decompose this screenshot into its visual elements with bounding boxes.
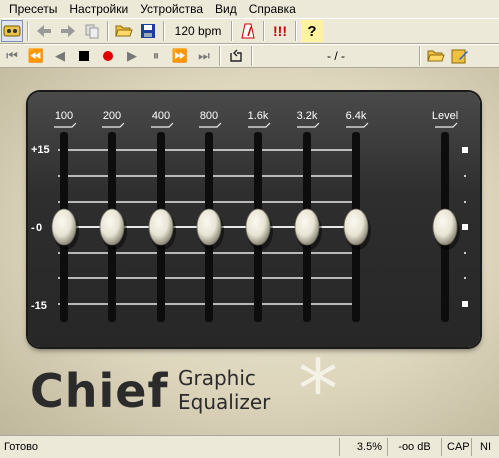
slider-knob[interactable] bbox=[294, 208, 320, 246]
separator bbox=[419, 46, 421, 66]
rewind-icon[interactable]: ⏪ bbox=[25, 45, 47, 67]
band-label-bracket bbox=[151, 122, 174, 128]
level-dot bbox=[464, 201, 466, 203]
main-toolbar: 120 bpm !!! ? bbox=[0, 18, 499, 44]
position-display: - / - bbox=[327, 49, 345, 63]
menu-presets[interactable]: Пресеты bbox=[3, 0, 63, 18]
forward-arrow-icon[interactable] bbox=[57, 20, 79, 42]
band-label-bracket bbox=[102, 122, 125, 128]
separator bbox=[251, 46, 253, 66]
open-file-icon[interactable] bbox=[425, 45, 447, 67]
brand-line-equalizer: Equalizer bbox=[178, 390, 271, 414]
level-dot bbox=[464, 277, 466, 279]
menu-bar: Пресеты Настройки Устройства Вид Справка bbox=[0, 0, 499, 18]
slider-knob[interactable] bbox=[51, 208, 77, 246]
band-label: 200 bbox=[103, 110, 121, 122]
band-label-bracket bbox=[346, 122, 369, 128]
menu-settings[interactable]: Настройки bbox=[63, 0, 134, 18]
eq-band-6.4k[interactable]: 6.4k bbox=[343, 110, 371, 322]
scale-bottom-label: -15 bbox=[31, 300, 47, 312]
brand-line-graphic: Graphic bbox=[178, 366, 256, 390]
level-label-bracket bbox=[435, 122, 458, 128]
level-marker bbox=[462, 224, 468, 230]
play-icon[interactable]: ▶ bbox=[121, 45, 143, 67]
level-dot bbox=[464, 175, 466, 177]
transport-toolbar: ⏮ ⏪ ◀ ▶ ⏸ ⏩ ⏭ - / - bbox=[0, 44, 499, 68]
eq-band-400[interactable]: 400 bbox=[148, 110, 176, 322]
back-arrow-icon[interactable] bbox=[33, 20, 55, 42]
status-cap: CAP bbox=[441, 438, 471, 456]
equalizer-device: +15 0 - -15 100 200 400 800 1.6k 3.2k 6.4k Lev… bbox=[0, 68, 499, 435]
band-label: 6.4k bbox=[346, 110, 367, 122]
band-label: 800 bbox=[200, 110, 218, 122]
eq-band-1.6k[interactable]: 1.6k bbox=[245, 110, 273, 322]
slider-knob[interactable] bbox=[245, 208, 271, 246]
metronome-icon[interactable] bbox=[237, 20, 259, 42]
brand-name: Chief bbox=[30, 364, 169, 418]
bpm-display[interactable]: 120 bpm bbox=[168, 24, 228, 38]
band-label: 100 bbox=[55, 110, 73, 122]
separator bbox=[107, 21, 109, 41]
band-label-bracket bbox=[248, 122, 271, 128]
loop-icon[interactable] bbox=[225, 45, 247, 67]
separator bbox=[231, 21, 233, 41]
band-label: 400 bbox=[152, 110, 170, 122]
eq-band-800[interactable]: 800 bbox=[196, 110, 224, 322]
pause-icon[interactable]: ⏸ bbox=[145, 45, 167, 67]
brand-asterisk-icon: * bbox=[298, 343, 338, 436]
separator bbox=[263, 21, 265, 41]
separator bbox=[163, 21, 165, 41]
band-label-bracket bbox=[297, 122, 320, 128]
separator bbox=[27, 21, 29, 41]
edit-file-icon[interactable] bbox=[449, 45, 471, 67]
slider-knob[interactable] bbox=[99, 208, 125, 246]
eq-band-3.2k[interactable]: 3.2k bbox=[294, 110, 322, 322]
open-folder-icon[interactable] bbox=[113, 20, 135, 42]
step-back-icon[interactable]: ◀ bbox=[49, 45, 71, 67]
plugin-icon[interactable] bbox=[1, 20, 23, 42]
scale-top-label: +15 bbox=[31, 144, 50, 156]
level-knob[interactable] bbox=[432, 208, 458, 246]
scale-mid-marker: - bbox=[31, 222, 35, 234]
copy-icon[interactable] bbox=[81, 20, 103, 42]
scale-mid-label: 0 bbox=[36, 222, 42, 234]
save-icon[interactable] bbox=[137, 20, 159, 42]
level-marker bbox=[462, 301, 468, 307]
slider-knob[interactable] bbox=[196, 208, 222, 246]
menu-devices[interactable]: Устройства bbox=[134, 0, 209, 18]
eq-sliders: +15 0 - -15 100 200 400 800 1.6k 3.2k 6.4k Lev… bbox=[31, 110, 468, 322]
stop-icon[interactable] bbox=[73, 45, 95, 67]
slider-knob[interactable] bbox=[148, 208, 174, 246]
band-label: 1.6k bbox=[248, 110, 269, 122]
level-marker bbox=[462, 147, 468, 153]
slider-knob[interactable] bbox=[343, 208, 369, 246]
fast-forward-icon[interactable]: ⏩ bbox=[169, 45, 191, 67]
menu-view[interactable]: Вид bbox=[209, 0, 243, 18]
menu-help[interactable]: Справка bbox=[243, 0, 302, 18]
status-bar: Готово 3.5% -oo dB CAP NI bbox=[0, 435, 499, 458]
band-label-bracket bbox=[54, 122, 77, 128]
status-db: -oo dB bbox=[387, 438, 441, 456]
eq-panel: +15 0 - -15 100 200 400 800 1.6k 3.2k 6.4k Lev… bbox=[28, 92, 480, 347]
help-button[interactable]: ? bbox=[301, 20, 323, 42]
status-percent: 3.5% bbox=[339, 438, 387, 456]
level-label: Level bbox=[432, 110, 458, 122]
band-label-bracket bbox=[199, 122, 222, 128]
level-dot bbox=[464, 252, 466, 254]
go-to-start-icon[interactable]: ⏮ bbox=[1, 45, 23, 67]
separator bbox=[295, 21, 297, 41]
separator bbox=[219, 46, 221, 66]
eq-band-200[interactable]: 200 bbox=[99, 110, 127, 322]
go-to-end-icon[interactable]: ⏭ bbox=[193, 45, 215, 67]
status-text: Готово bbox=[4, 441, 38, 453]
level-slider[interactable]: Level bbox=[432, 110, 468, 322]
record-icon[interactable] bbox=[97, 45, 119, 67]
band-label: 3.2k bbox=[297, 110, 318, 122]
panic-button[interactable]: !!! bbox=[269, 20, 291, 42]
eq-band-100[interactable]: 100 bbox=[51, 110, 79, 322]
status-num: NI bbox=[471, 438, 499, 456]
